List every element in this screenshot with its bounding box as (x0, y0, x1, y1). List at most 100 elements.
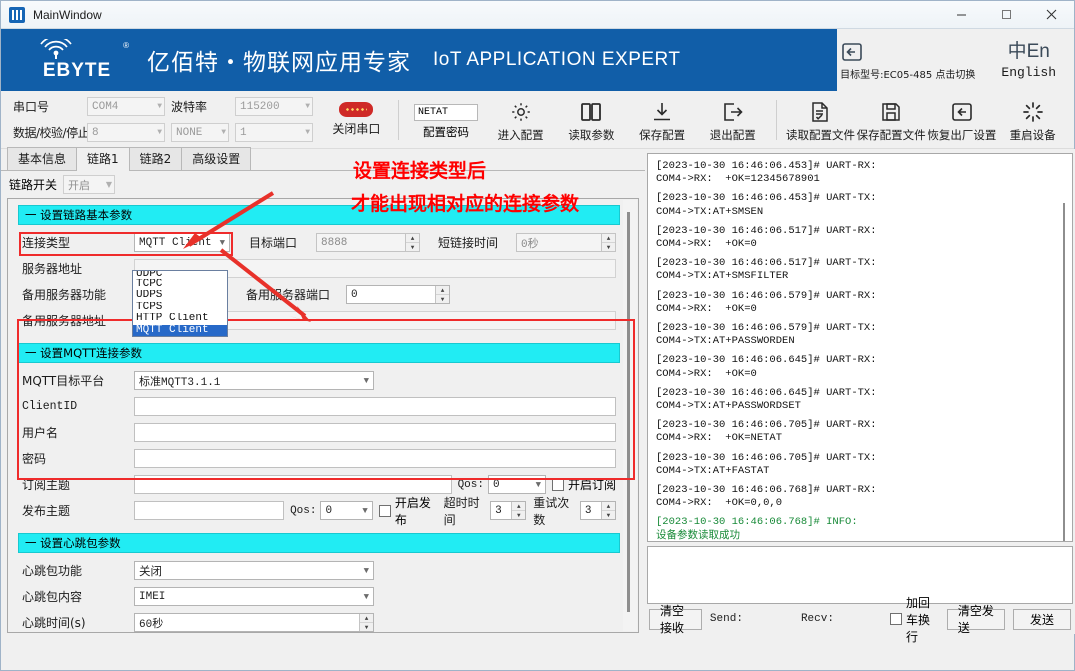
logo-wordmark: EBYTE (42, 60, 112, 81)
clear-send-button[interactable]: 清空发送 (946, 604, 1005, 635)
log-scrollbar-thumb[interactable] (1063, 203, 1066, 541)
form-scrollbar[interactable] (623, 200, 637, 631)
spinner-arrows-icon[interactable]: ▲ ▼ (600, 502, 615, 519)
enter-config-label: 进入配置 (497, 127, 544, 142)
group-basic-body: 连接类型 MQTT Client ▼ 目标端口 8888 ▲ ▼ 短链接时间 0… (18, 225, 620, 337)
receive-log-box[interactable]: [2023-10-30 16:46:06.453]# UART-RX: COM4-… (647, 153, 1074, 542)
target-port-spinner[interactable]: 8888 ▲ ▼ (316, 233, 420, 252)
connection-type-option[interactable]: TCPC (133, 279, 227, 290)
backup-server-port-spinner[interactable]: 0 ▲ ▼ (346, 285, 450, 304)
connection-type-option[interactable]: MQTT Client (133, 324, 227, 336)
language-toggle[interactable]: 中En English (1001, 41, 1056, 80)
log-line: [2023-10-30 16:46:06.453]# UART-RX: (656, 160, 877, 172)
username-input[interactable] (134, 423, 616, 442)
log-line: COM4->TX:AT+SMSEN (656, 205, 764, 218)
recv-count-label: Recv: (800, 613, 834, 625)
baud-rate-select[interactable]: 115200 ▼ (235, 97, 313, 116)
connection-type-option[interactable]: UDPS (133, 290, 227, 301)
stopbits-value: 1 (240, 126, 247, 139)
spinner-arrows-icon[interactable]: ▲ ▼ (359, 614, 373, 631)
crlf-label: 加回车换行 (905, 595, 930, 644)
enter-config-button[interactable]: 进入配置 (485, 97, 556, 143)
checkbox-icon (378, 504, 391, 517)
serial-port-select[interactable]: COM4 ▼ (87, 97, 165, 116)
heartbeat-function-select[interactable]: 关闭 ▼ (134, 561, 374, 580)
spinner-arrows-icon[interactable]: ▲ ▼ (405, 234, 419, 251)
spinner-arrows-icon[interactable]: ▲ ▼ (511, 502, 526, 519)
annotation-line-2: 才能出现相对应的连接参数 (351, 193, 580, 215)
config-pane: 基本信息 链路1 链路2 高级设置 链路开关 开启 ▼ 一 设置链路基本参数 连… (1, 147, 645, 634)
link-switch-select[interactable]: 开启 ▼ (63, 175, 116, 194)
tab-advanced[interactable]: 高级设置 (181, 147, 252, 170)
publish-enable-checkbox[interactable]: 开启发布 (378, 494, 436, 528)
log-scrollbar[interactable] (1058, 155, 1072, 541)
file-read-icon (785, 99, 856, 125)
short-link-time-spinner[interactable]: 0秒 ▲ ▼ (516, 233, 616, 252)
log-line: COM4->RX: +OK=0 (656, 367, 757, 380)
serial-settings: 串口号 COM4 ▼ 波特率 115200 ▼ 数据/校验/停止 8 ▼ NON… (7, 95, 313, 145)
chevron-down-icon: ▼ (363, 375, 369, 386)
row-backup-server-function: 备用服务器功能 备用服务器端口 0 ▲ ▼ (22, 284, 616, 305)
main-body: 基本信息 链路1 链路2 高级设置 链路开关 开启 ▼ 一 设置链路基本参数 连… (1, 147, 1075, 644)
download-icon (627, 99, 698, 125)
link-switch-value: 开启 (68, 178, 91, 192)
crlf-checkbox[interactable]: 加回车换行 (889, 594, 939, 645)
connection-type-option[interactable]: UDPC (133, 271, 227, 279)
mqtt-password-input[interactable] (134, 449, 616, 468)
log-line: [2023-10-30 16:46:06.579]# UART-TX: (656, 322, 877, 335)
retry-count-spinner[interactable]: 3 ▲ ▼ (579, 501, 616, 520)
connection-type-option[interactable]: HTTP Client (133, 313, 227, 324)
log-line: COM4->RX: +OK=0 (656, 302, 757, 315)
connection-type-dropdown[interactable]: UDPC TCPC UDPS TCPS HTTP Client MQTT Client (132, 270, 228, 337)
group-mqtt-body: MQTT目标平台 标准MQTT3.1.1 ▼ ClientID 用户名 密码 订… (18, 363, 620, 527)
send-button[interactable]: 发送 (1013, 608, 1072, 630)
databits-select[interactable]: 8 ▼ (87, 123, 165, 142)
row-password: 密码 (22, 448, 616, 469)
stopbits-select[interactable]: 1 ▼ (235, 123, 313, 142)
maximize-icon[interactable] (984, 1, 1029, 29)
read-params-button[interactable]: 读取参数 (556, 97, 627, 143)
clientid-input[interactable] (134, 397, 616, 416)
send-input-box[interactable] (647, 546, 1074, 604)
spinner-arrows-icon[interactable]: ▲ ▼ (435, 286, 449, 303)
tab-link2[interactable]: 链路2 (128, 147, 183, 170)
timeout-spinner[interactable]: 3 ▲ ▼ (490, 501, 527, 520)
minimize-icon[interactable] (939, 1, 984, 29)
heartbeat-content-select[interactable]: IMEI ▼ (134, 587, 374, 606)
log-line: [2023-10-30 16:46:06.517]# UART-TX: (656, 257, 877, 270)
read-config-file-button[interactable]: 读取配置文件 (785, 97, 856, 143)
window-controls (939, 1, 1074, 29)
factory-reset-button[interactable]: 恢复出厂设置 (927, 97, 998, 143)
connection-type-select[interactable]: MQTT Client ▼ (134, 233, 230, 252)
tab-link1[interactable]: 链路1 (76, 147, 130, 171)
databits-label: 数据/校验/停止 (13, 126, 90, 140)
chevron-down-icon: ▼ (105, 180, 113, 189)
publish-qos-value: 0 (325, 504, 333, 517)
close-icon[interactable] (1029, 1, 1074, 29)
subscribe-topic-input[interactable] (134, 475, 452, 494)
heartbeat-time-spinner[interactable]: 60秒 ▲ ▼ (134, 613, 374, 632)
publish-qos-select[interactable]: 0 ▼ (320, 501, 373, 520)
subscribe-qos-select[interactable]: 0 ▼ (487, 475, 546, 494)
form-scrollbar-thumb[interactable] (627, 212, 630, 612)
log-line: [2023-10-30 16:46:06.705]# UART-TX: (656, 451, 877, 464)
exit-config-button[interactable]: 退出配置 (697, 97, 768, 143)
spinner-arrows-icon[interactable]: ▲ ▼ (601, 234, 615, 251)
save-config-file-button[interactable]: 保存配置文件 (856, 97, 927, 143)
publish-topic-input[interactable] (134, 501, 285, 520)
connection-type-option[interactable]: TCPS (133, 302, 227, 313)
mqtt-platform-select[interactable]: 标准MQTT3.1.1 ▼ (134, 371, 374, 390)
config-password-field-group: NETAT 配置密码 (407, 100, 486, 140)
log-pane: [2023-10-30 16:46:06.453]# UART-RX: COM4-… (645, 149, 1075, 644)
config-password-input[interactable]: NETAT (414, 103, 479, 121)
banner-blue-area: ® EBYTE 亿佰特・物联网应用专家 IoT APPLICATION EXPE… (1, 29, 837, 91)
close-serial-port-button[interactable]: 关闭串口 (323, 102, 390, 137)
clear-receive-button[interactable]: 清空接收 (649, 604, 702, 635)
parity-select[interactable]: NONE ▼ (171, 123, 229, 142)
restart-device-button[interactable]: 重启设备 (997, 97, 1068, 143)
save-config-button[interactable]: 保存配置 (627, 97, 698, 143)
publish-topic-label: 发布主题 (22, 504, 71, 518)
target-model-switch[interactable]: 目标型号:EC05-485 点击切换 (840, 40, 975, 81)
tab-basic-info[interactable]: 基本信息 (7, 147, 78, 170)
subscribe-enable-checkbox[interactable]: 开启订阅 (551, 476, 616, 493)
